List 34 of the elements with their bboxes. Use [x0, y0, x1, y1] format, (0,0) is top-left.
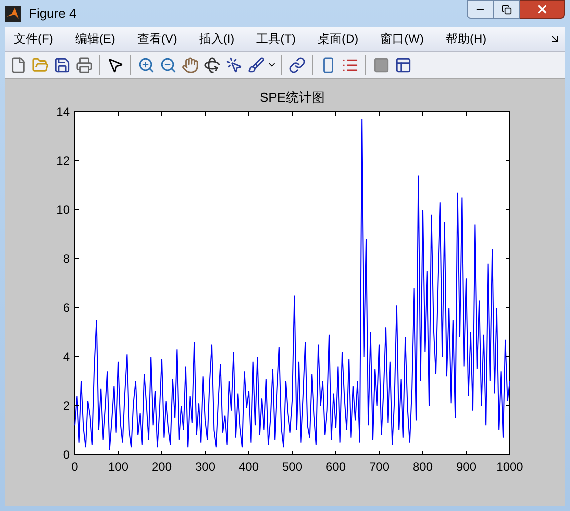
dock-arrow-icon[interactable]: [549, 33, 561, 45]
maximize-button[interactable]: [494, 0, 520, 19]
menu-item[interactable]: 查看(V): [132, 30, 182, 48]
chart-title: SPE统计图: [260, 90, 325, 105]
x-tick-label: 100: [108, 460, 129, 474]
y-tick-label: 14: [56, 105, 70, 119]
y-tick-label: 4: [63, 350, 70, 364]
x-tick-label: 900: [456, 460, 477, 474]
menu-item[interactable]: 桌面(D): [312, 30, 364, 48]
x-tick-label: 600: [326, 460, 346, 474]
x-tick-label: 1000: [496, 460, 524, 474]
x-tick-label: 700: [369, 460, 390, 474]
x-tick-label: 500: [282, 460, 303, 474]
y-tick-label: 2: [63, 399, 70, 413]
menu-item[interactable]: 帮助(H): [440, 30, 492, 48]
menu-item[interactable]: 窗口(W): [376, 30, 429, 48]
x-tick-label: 0: [72, 460, 78, 474]
close-icon: [536, 3, 548, 16]
menu-item[interactable]: 插入(I): [194, 30, 240, 48]
close-button[interactable]: [520, 0, 565, 19]
x-tick-label: 300: [195, 460, 216, 474]
y-tick-label: 8: [63, 252, 70, 266]
x-tick-label: 800: [412, 460, 434, 474]
x-tick-label: 400: [238, 460, 260, 474]
y-tick-label: 12: [56, 154, 70, 168]
restore-icon: [502, 4, 512, 14]
y-tick-label: 10: [56, 203, 70, 217]
y-tick-label: 0: [63, 448, 70, 462]
x-tick-label: 200: [152, 460, 172, 474]
menu-item[interactable]: 工具(T): [252, 30, 301, 48]
y-tick-label: 6: [63, 301, 70, 315]
menu-item[interactable]: 编辑(E): [70, 30, 120, 48]
menu-item[interactable]: 文件(F): [9, 30, 58, 48]
window-title: Figure 4: [29, 4, 77, 23]
